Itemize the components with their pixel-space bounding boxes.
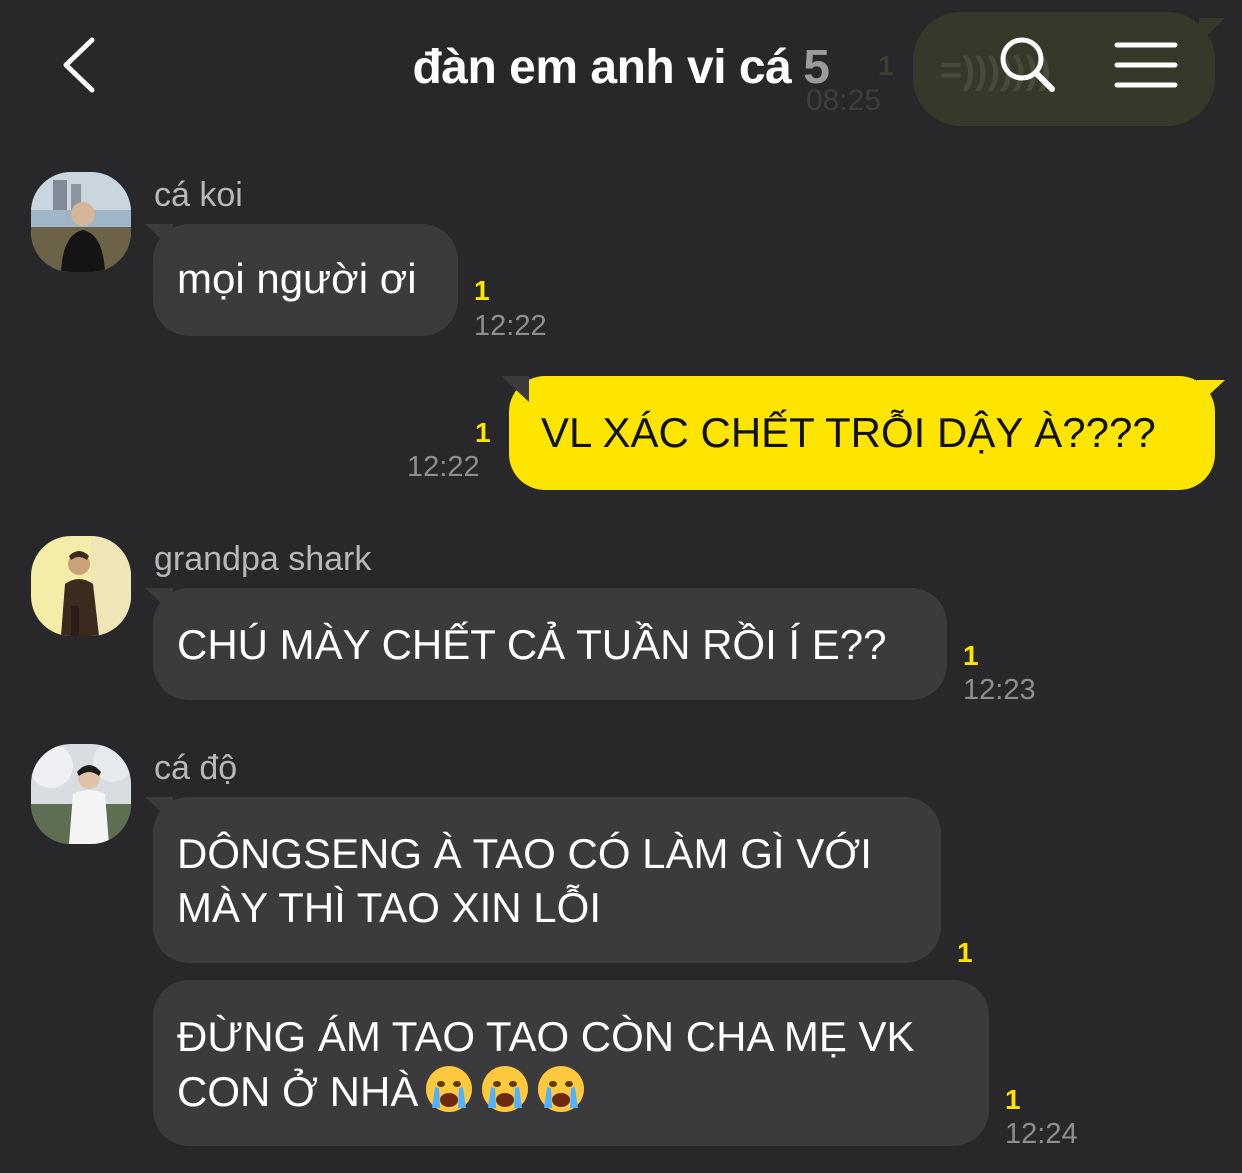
message-text: mọi người ơi <box>177 255 417 302</box>
menu-button[interactable] <box>1113 40 1179 90</box>
avatar-photo-icon <box>31 744 131 844</box>
chat-title-text: đàn em anh vi cá <box>412 41 792 94</box>
my-message-bubble[interactable]: VL XÁC CHẾT TRỖI DẬY À???? <box>509 376 1215 490</box>
message-text-line: DÔNGSENG À TAO CÓ LÀM GÌ VỚI <box>177 830 872 877</box>
message-text: CHÚ MÀY CHẾT CẢ TUẦN RỒI Í E?? <box>177 621 887 668</box>
avatar-photo-icon <box>31 172 131 272</box>
unread-count: 1 <box>963 640 979 671</box>
message-time: 12:22 <box>407 451 480 483</box>
message-time: 12:24 <box>1005 1118 1078 1150</box>
avatar-ca-do[interactable] <box>31 744 131 844</box>
message-text-line: MÀY THÌ TAO XIN LỖI <box>177 884 601 931</box>
message-time: 12:22 <box>474 310 547 342</box>
crying-face-emoji <box>482 1066 529 1112</box>
message-text-line: ĐỪNG ÁM TAO TAO CÒN CHA MẸ VK <box>177 1013 915 1060</box>
crying-face-emoji <box>426 1066 473 1112</box>
unread-count: 1 <box>1005 1084 1021 1115</box>
message-text-line-with-emoji: CON Ở NHÀ <box>177 1064 965 1119</box>
search-button[interactable] <box>995 32 1059 96</box>
message-bubble[interactable]: ĐỪNG ÁM TAO TAO CÒN CHA MẸ VK CON Ở NHÀ <box>153 980 989 1146</box>
message-text: VL XÁC CHẾT TRỖI DẬY À???? <box>541 409 1156 456</box>
message-text-line: CON Ở NHÀ <box>177 1068 419 1115</box>
message-bubble[interactable]: DÔNGSENG À TAO CÓ LÀM GÌ VỚI MÀY THÌ TAO… <box>153 797 941 963</box>
avatar-grandpa-shark[interactable] <box>31 536 131 636</box>
avatar-photo-icon <box>31 536 131 636</box>
sender-name: cá độ <box>154 749 238 787</box>
unread-count: 1 <box>474 275 490 306</box>
sender-name: grandpa shark <box>154 540 372 578</box>
sender-name: cá koi <box>154 176 243 214</box>
avatar-ca-koi[interactable] <box>31 172 131 272</box>
message-time: 12:23 <box>963 674 1036 706</box>
unread-count: 1 <box>475 417 491 448</box>
crying-face-emoji <box>538 1066 585 1112</box>
search-icon <box>1000 37 1055 92</box>
unread-count: 1 <box>957 937 973 968</box>
menu-icon <box>1114 42 1178 88</box>
message-bubble[interactable]: CHÚ MÀY CHẾT CẢ TUẦN RỒI Í E?? <box>153 588 947 700</box>
member-count: 5 <box>803 41 830 94</box>
message-bubble[interactable]: mọi người ơi <box>153 224 458 336</box>
